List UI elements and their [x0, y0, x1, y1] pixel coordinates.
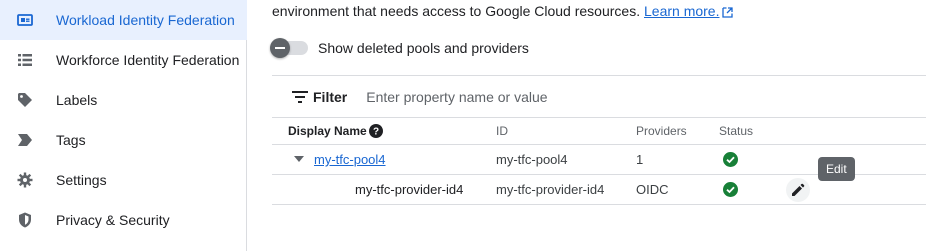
sidebar-item-workforce-identity-federation[interactable]: Workforce Identity Federation	[0, 40, 247, 80]
table-header: Display Name ? ID Providers Status	[272, 117, 926, 145]
tag-arrow-icon	[16, 131, 34, 149]
list-icon	[16, 51, 34, 69]
shield-icon	[16, 211, 34, 229]
sidebar-item-settings[interactable]: Settings	[0, 160, 247, 200]
filter-label: Filter	[313, 88, 348, 105]
providers-cell: 1	[636, 152, 644, 167]
label-icon	[16, 91, 34, 109]
status-ok-icon	[723, 182, 738, 202]
sidebar-item-tags[interactable]: Tags	[0, 120, 247, 160]
providers-cell: OIDC	[636, 182, 669, 197]
sidebar-item-labels[interactable]: Labels	[0, 80, 247, 120]
id-cell: my-tfc-pool4	[496, 152, 568, 167]
filter-icon[interactable]	[292, 90, 308, 104]
show-deleted-toggle-row: Show deleted pools and providers	[270, 38, 529, 58]
column-header-status[interactable]: Status	[719, 124, 753, 138]
pool-name-cell: my-tfc-pool4	[314, 152, 386, 167]
sidebar: Workload Identity Federation Workforce I…	[0, 0, 247, 251]
pencil-icon	[792, 183, 805, 196]
description-text: environment that needs access to Google …	[272, 3, 641, 19]
pool-link[interactable]: my-tfc-pool4	[314, 152, 386, 167]
external-link-icon	[722, 5, 734, 21]
filter-bar: Filter	[272, 75, 926, 117]
filter-input[interactable]	[366, 88, 667, 105]
gear-icon	[16, 171, 34, 189]
toggle-label: Show deleted pools and providers	[318, 40, 529, 56]
column-header-display-name[interactable]: Display Name	[288, 124, 367, 138]
learn-more-link[interactable]: Learn more.	[644, 3, 719, 19]
sidebar-item-label: Workforce Identity Federation	[56, 52, 240, 68]
column-header-id[interactable]: ID	[496, 124, 508, 138]
toggle-thumb	[270, 38, 290, 58]
id-card-icon	[16, 11, 34, 29]
sidebar-item-label: Settings	[56, 172, 107, 188]
provider-name-cell: my-tfc-provider-id4	[355, 182, 464, 197]
description: environment that needs access to Google …	[272, 3, 734, 21]
sidebar-item-privacy-security[interactable]: Privacy & Security	[0, 200, 247, 240]
sidebar-item-workload-identity-federation[interactable]: Workload Identity Federation	[0, 0, 247, 40]
status-ok-icon	[723, 152, 738, 172]
edit-tooltip: Edit	[818, 157, 855, 181]
sidebar-item-label: Labels	[56, 92, 98, 108]
main-content: environment that needs access to Google …	[248, 0, 926, 251]
edit-button[interactable]	[786, 178, 810, 202]
column-header-providers[interactable]: Providers	[636, 124, 687, 138]
sidebar-item-label: Workload Identity Federation	[56, 12, 235, 28]
collapse-caret-icon[interactable]	[294, 156, 304, 162]
help-icon[interactable]: ?	[369, 124, 383, 143]
svg-text:?: ?	[373, 127, 379, 138]
show-deleted-toggle[interactable]	[270, 38, 308, 58]
id-cell: my-tfc-provider-id4	[496, 182, 605, 197]
sidebar-item-label: Privacy & Security	[56, 212, 170, 228]
sidebar-item-label: Tags	[56, 132, 86, 148]
